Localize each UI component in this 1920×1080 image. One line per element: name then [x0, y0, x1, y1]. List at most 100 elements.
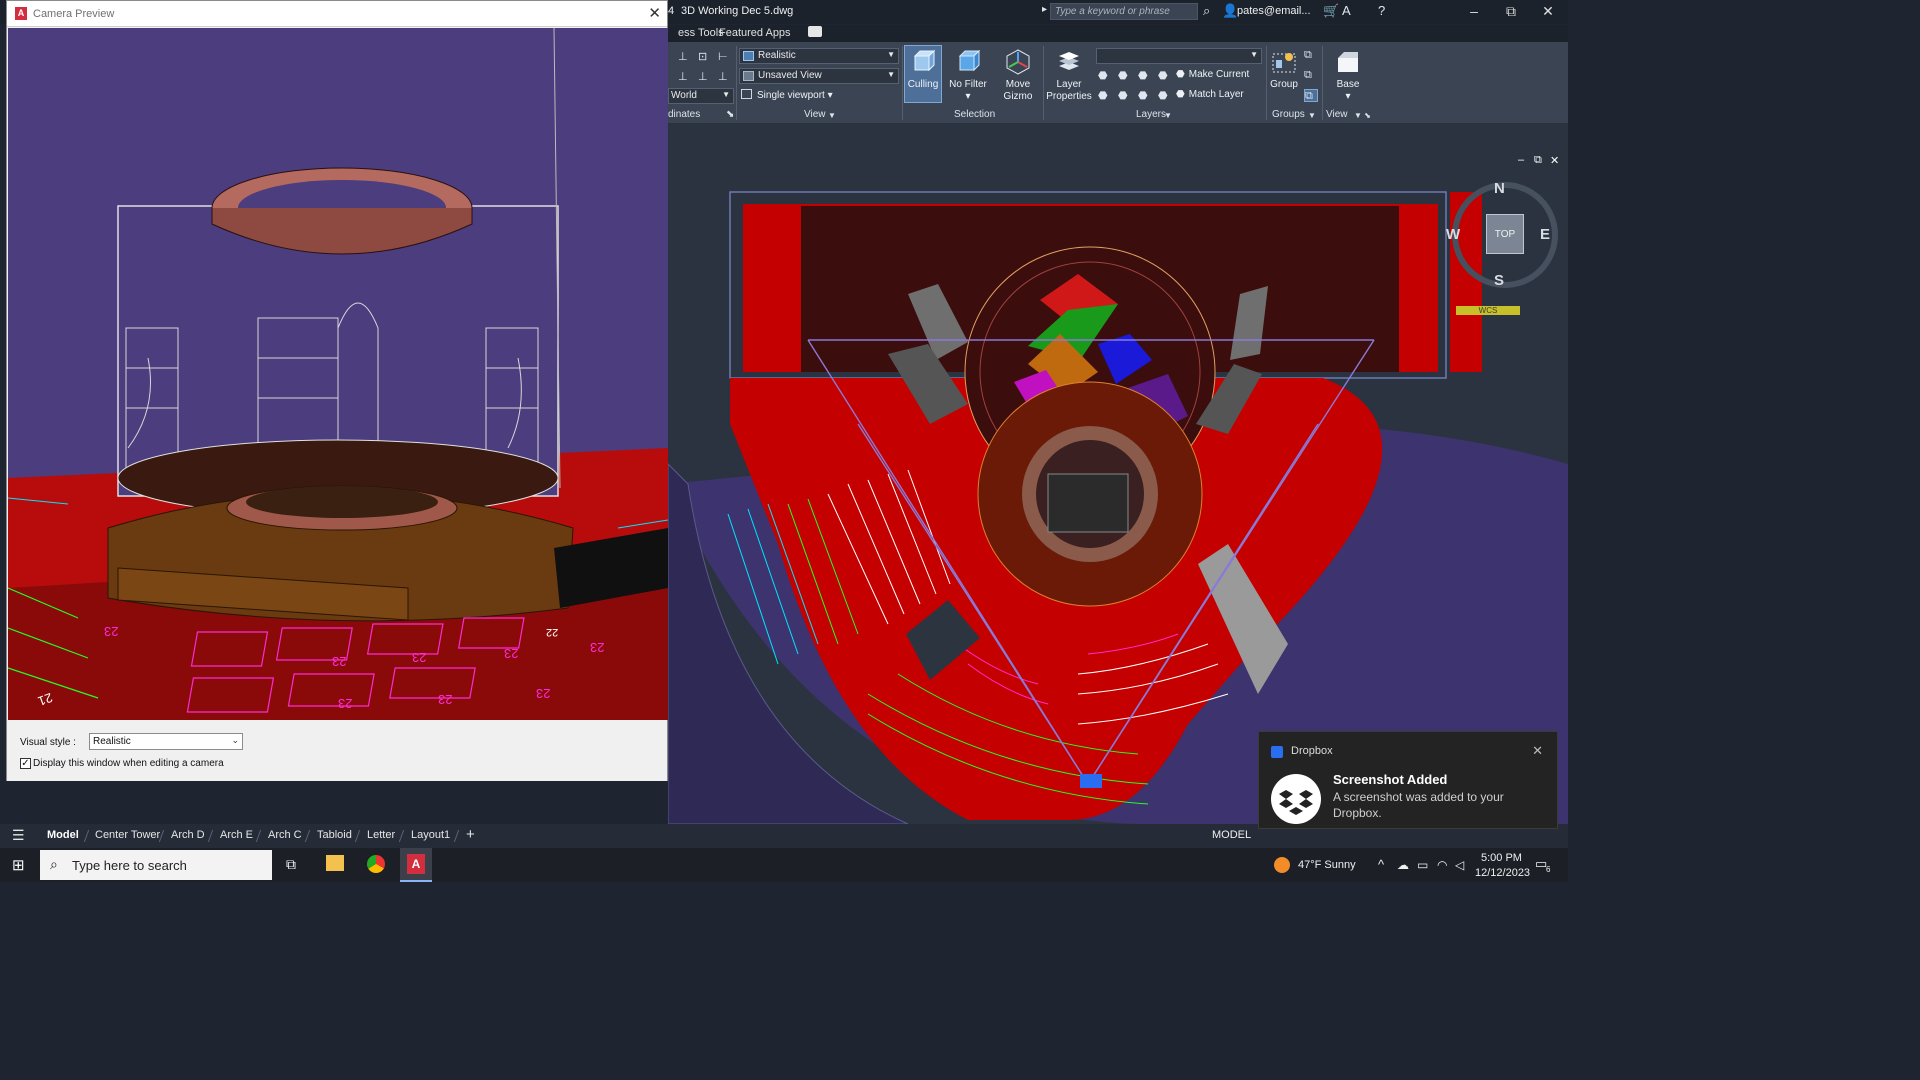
layer-off-icon[interactable]: ⬣: [1098, 69, 1112, 82]
cart-icon[interactable]: 🛒: [1323, 3, 1339, 19]
windows-start-icon[interactable]: ⊞: [12, 856, 25, 874]
dropbox-notification[interactable]: Dropbox ✕ Screenshot Added A screenshot …: [1258, 731, 1558, 829]
weather-sun-icon[interactable]: [1274, 857, 1290, 873]
layout-tab-letter[interactable]: Letter: [367, 829, 395, 841]
wcs-menu[interactable]: WCS: [1456, 306, 1520, 315]
hamburger-menu-icon[interactable]: ☰: [12, 827, 25, 844]
compass-north[interactable]: N: [1494, 180, 1505, 197]
ungroup-icon[interactable]: ⧉: [1304, 49, 1318, 62]
layers-panel-label[interactable]: Layers: [1136, 109, 1166, 120]
group-button[interactable]: Group: [1268, 48, 1300, 91]
layer-properties-button[interactable]: Layer Properties: [1046, 48, 1092, 103]
named-view-dropdown[interactable]: Unsaved View ▼: [739, 68, 899, 84]
weather-text[interactable]: 47°F Sunny: [1298, 859, 1356, 871]
close-button[interactable]: ✕: [1538, 3, 1558, 20]
viewcube-top-face[interactable]: TOP: [1486, 214, 1524, 254]
expand-arrow-icon[interactable]: ▸: [1042, 4, 1047, 15]
clock-date[interactable]: 12/12/2023: [1475, 867, 1530, 879]
compass-west[interactable]: W: [1446, 226, 1460, 243]
view2-panel-label[interactable]: View: [1326, 109, 1348, 120]
user-icon[interactable]: 👤: [1222, 3, 1238, 19]
file-explorer-icon[interactable]: [326, 855, 344, 871]
drawing-viewport[interactable]: – ⧉ ✕ TOP N S E W WCS: [668, 124, 1568, 824]
base-view-button[interactable]: Base ▾: [1330, 48, 1366, 103]
ucs-y-icon[interactable]: ⊥: [698, 70, 712, 83]
task-view-icon[interactable]: ⧉: [286, 856, 296, 873]
display-window-checkbox[interactable]: ✓: [20, 758, 31, 769]
battery-icon[interactable]: ▭: [1417, 858, 1428, 872]
ucs-object-icon[interactable]: ⊡: [698, 50, 712, 63]
user-account[interactable]: pates@email...: [1237, 5, 1311, 17]
panel-expand-icon[interactable]: ⬊: [726, 109, 734, 120]
selection-panel-label[interactable]: Selection: [954, 109, 995, 120]
chevron-down-icon[interactable]: ▼: [828, 111, 836, 120]
layer-dropdown[interactable]: ▼: [1096, 48, 1262, 64]
onedrive-icon[interactable]: ☁: [1397, 858, 1409, 872]
chrome-icon[interactable]: [367, 855, 385, 873]
groups-panel-label[interactable]: Groups: [1272, 109, 1305, 120]
tray-overflow-icon[interactable]: ^: [1378, 857, 1384, 872]
chevron-down-icon[interactable]: ▼: [1308, 111, 1316, 120]
no-filter-button[interactable]: No Filter ▾: [946, 48, 990, 103]
compass-east[interactable]: E: [1540, 226, 1550, 243]
layer-unlock-icon[interactable]: ⬣: [1158, 89, 1172, 102]
visual-style-dropdown[interactable]: Realistic ▼: [739, 48, 899, 64]
layout-tab-tabloid[interactable]: Tabloid: [317, 829, 352, 841]
group-edit-icon[interactable]: ⧉: [1304, 69, 1318, 82]
match-layer-button[interactable]: ⬣ Match Layer: [1176, 89, 1244, 100]
visual-style-select[interactable]: Realistic ⌄: [89, 733, 243, 750]
tab-access-tools[interactable]: ess Tools: [678, 27, 724, 39]
layout-tab-arch-c[interactable]: Arch C: [268, 829, 302, 841]
tab-featured-apps[interactable]: Featured Apps: [719, 27, 791, 39]
display-window-checkbox-label[interactable]: Display this window when editing a camer…: [33, 758, 224, 769]
viewport-restore-icon[interactable]: ⧉: [1534, 154, 1542, 167]
layer-freeze-icon[interactable]: ⬣: [1138, 69, 1152, 82]
ucs-icon[interactable]: ⊥: [678, 50, 692, 63]
seat-number-label: 23: [104, 624, 119, 639]
move-gizmo-button[interactable]: Move Gizmo: [996, 48, 1040, 103]
compass-south[interactable]: S: [1494, 272, 1504, 289]
chevron-down-icon[interactable]: ▼: [1164, 111, 1172, 120]
ucs-world-dropdown[interactable]: World ▼: [668, 88, 734, 104]
keyword-search-input[interactable]: Type a keyword or phrase: [1050, 3, 1198, 20]
search-icon[interactable]: ⌕: [1203, 3, 1210, 19]
view-panel-label[interactable]: View: [804, 109, 826, 120]
chevron-down-icon: ▼: [887, 70, 895, 79]
add-layout-button[interactable]: +: [466, 826, 475, 843]
camera-preview-close-button[interactable]: ✕: [648, 4, 661, 22]
camera-preview-footer: Visual style : Realistic ⌄ ✓ Display thi…: [7, 721, 667, 781]
viewport-config-button[interactable]: Single viewport ▾: [741, 89, 833, 101]
ucs-face-icon[interactable]: ⊢: [718, 50, 732, 63]
culling-button[interactable]: Culling: [904, 48, 942, 91]
layout-tab-arch-d[interactable]: Arch D: [171, 829, 205, 841]
ribbon-toggle-icon[interactable]: [808, 26, 822, 37]
ucs-z-icon[interactable]: ⊥: [718, 70, 732, 83]
layer-lock-icon[interactable]: ⬣: [1158, 69, 1172, 82]
autodesk-app-icon[interactable]: A: [1342, 3, 1351, 18]
minimize-button[interactable]: –: [1464, 3, 1484, 19]
layout-tab-center-tower[interactable]: Center Tower: [95, 829, 160, 841]
notification-close-button[interactable]: ✕: [1532, 743, 1543, 759]
viewport-close-icon[interactable]: ✕: [1550, 154, 1559, 167]
layer-on-icon[interactable]: ⬣: [1098, 89, 1112, 102]
make-current-button[interactable]: ⬣ Make Current: [1176, 69, 1249, 80]
layer-unisolate-icon[interactable]: ⬣: [1118, 89, 1132, 102]
help-icon[interactable]: ?: [1378, 3, 1385, 18]
taskbar-search-input[interactable]: ⌕ Type here to search: [40, 850, 272, 880]
restore-button[interactable]: ⧉: [1501, 3, 1521, 20]
layout-tab-arch-e[interactable]: Arch E: [220, 829, 253, 841]
chevron-down-icon[interactable]: ▼ ⬊: [1354, 111, 1371, 120]
group-label: Group: [1270, 79, 1298, 90]
wifi-icon[interactable]: ◠: [1437, 858, 1447, 872]
layer-isolate-icon[interactable]: ⬣: [1118, 69, 1132, 82]
layout-tab-model[interactable]: Model: [47, 829, 79, 841]
ucs-x-icon[interactable]: ⊥: [678, 70, 692, 83]
model-space-toggle[interactable]: MODEL: [1212, 829, 1251, 841]
base-view-label: Base: [1336, 79, 1360, 90]
volume-icon[interactable]: ◁: [1455, 858, 1464, 872]
layer-thaw-icon[interactable]: ⬣: [1138, 89, 1152, 102]
layout-tab-layout1[interactable]: Layout1: [411, 829, 450, 841]
group-selection-icon[interactable]: ⧉: [1304, 89, 1318, 102]
viewport-minimize-icon[interactable]: –: [1518, 154, 1524, 166]
clock-time[interactable]: 5:00 PM: [1481, 852, 1522, 864]
